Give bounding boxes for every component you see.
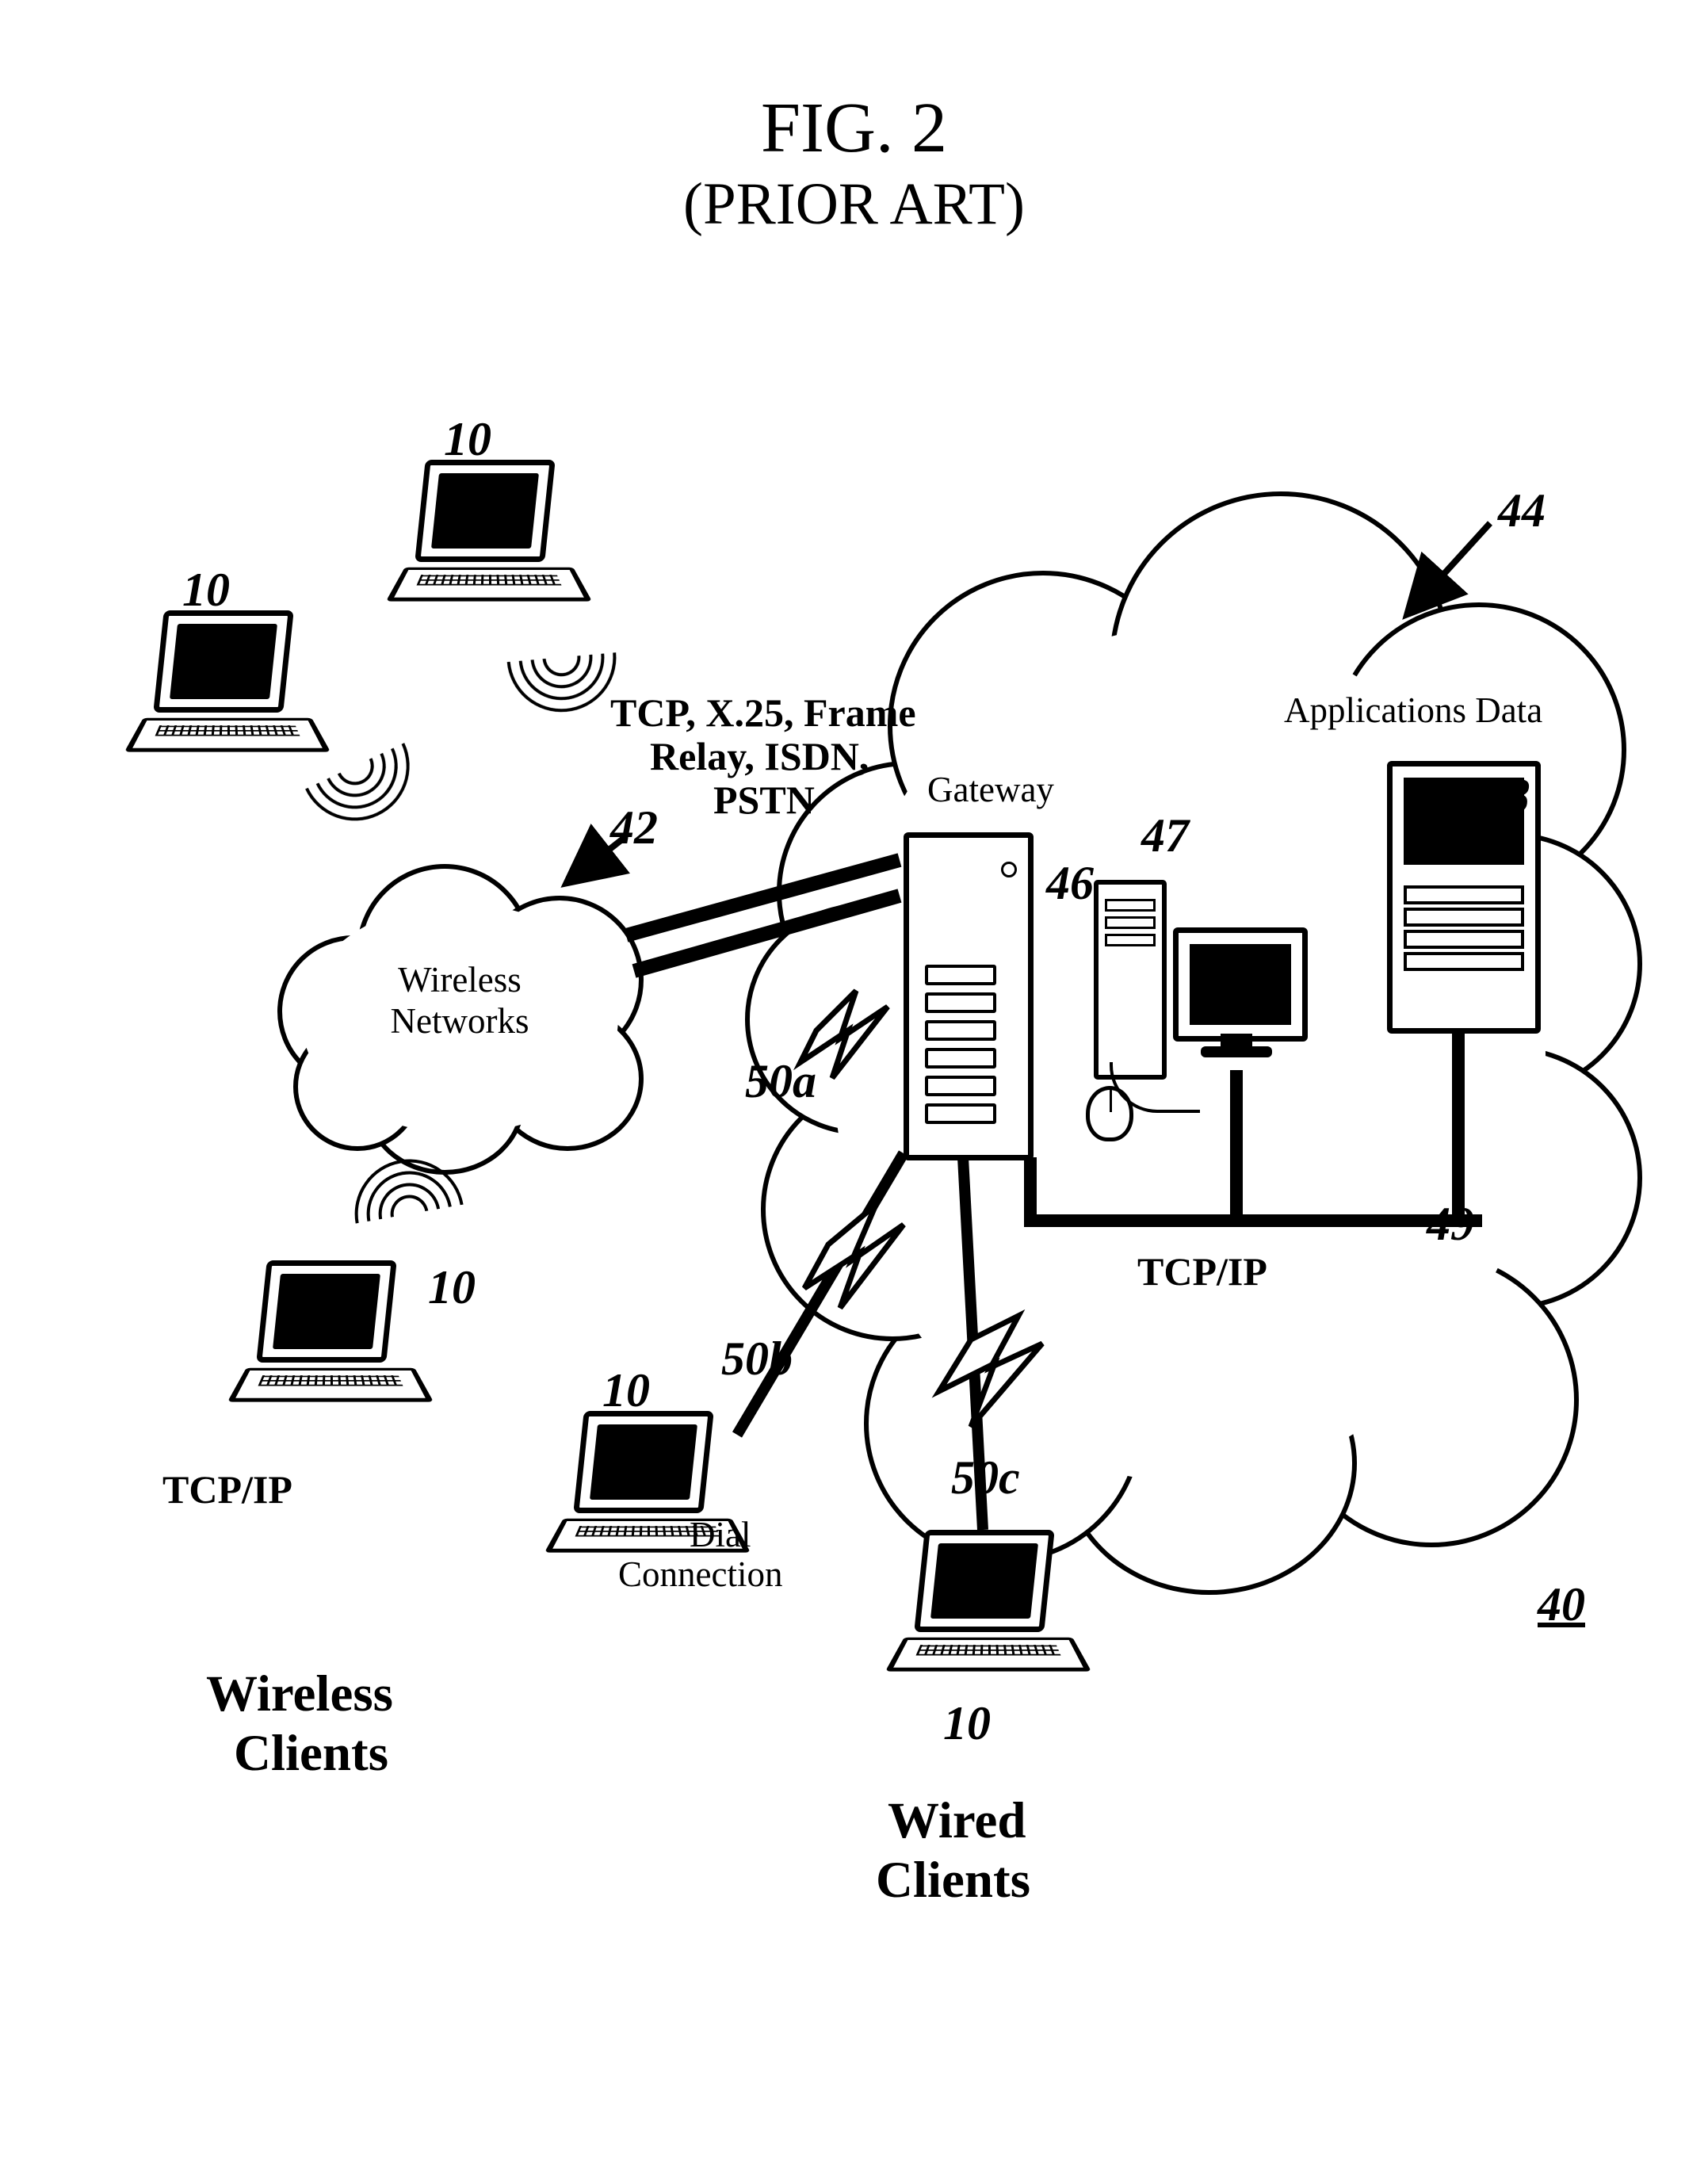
wan-protocols-l3: PSTN [713,777,815,823]
monitor-icon [1173,927,1308,1062]
figure-caption: (PRIOR ART) [0,170,1708,239]
figure-number: FIG. 2 [0,87,1708,169]
wan-protocols-l1: TCP, X.25, Frame [610,690,916,736]
ref-46: 46 [1046,856,1094,911]
ref-48: 48 [1482,769,1530,824]
wireless-clients-l1: Wireless [206,1665,393,1724]
ref-42: 42 [610,801,658,855]
ref-10-e: 10 [943,1696,991,1751]
ref-10-d: 10 [602,1363,650,1418]
ref-40: 40 [1538,1577,1585,1632]
laptop-icon [896,1530,1078,1688]
tcpip-right-label: TCP/IP [1137,1248,1267,1294]
wireless-clients-l2: Clients [234,1724,388,1783]
tcpip-left-label: TCP/IP [162,1466,292,1512]
laptop-icon [135,610,317,769]
wireless-networks-label: WirelessNetworks [357,959,563,1042]
ref-50b: 50b [721,1332,793,1386]
gateway-label: Gateway [927,769,1054,810]
applications-data-label: Applications Data [1284,690,1542,731]
desktop-pc-icon [1094,880,1167,1080]
wired-clients-l2: Clients [876,1851,1030,1910]
cloud-icon: WirelessNetworks [246,840,658,1173]
ref-50a: 50a [745,1054,816,1109]
laptop-icon [238,1260,420,1419]
ref-10-a: 10 [182,563,230,617]
ref-44: 44 [1498,484,1546,538]
ref-49: 49 [1427,1197,1474,1252]
ref-47: 47 [1141,809,1189,863]
dial-connection-l1: Dial [690,1514,751,1555]
wired-clients-l1: Wired [888,1791,1026,1851]
ref-50c: 50c [951,1451,1020,1505]
tower-computer-icon [904,832,1034,1160]
ref-10-b: 10 [444,412,491,467]
dial-connection-l2: Connection [618,1554,782,1595]
wan-protocols-l2: Relay, ISDN, [650,733,869,779]
